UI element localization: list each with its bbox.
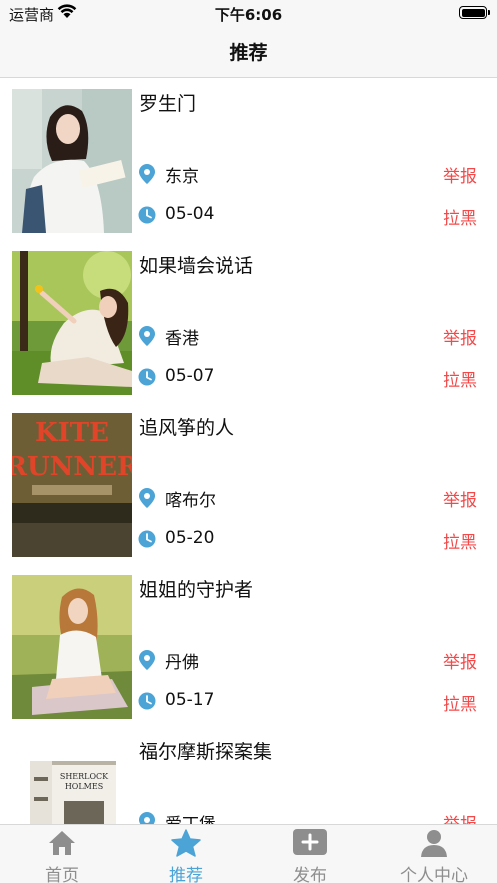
book-title: 姐姐的守护者 bbox=[139, 579, 254, 601]
tab-label: 推荐 bbox=[169, 866, 203, 883]
clock-icon bbox=[138, 368, 156, 390]
clock-icon bbox=[138, 206, 156, 228]
add-icon bbox=[248, 829, 372, 861]
report-button[interactable]: 举报 bbox=[443, 810, 477, 824]
location-pin-icon bbox=[138, 163, 156, 189]
cover-caption-top: KITE bbox=[35, 418, 109, 448]
tab-profile[interactable]: 个人中心 bbox=[372, 825, 496, 883]
cover-caption-top: SHERLOCK bbox=[60, 772, 109, 781]
book-cover-image bbox=[12, 251, 132, 395]
book-title: 福尔摩斯探案集 bbox=[139, 741, 273, 763]
home-icon bbox=[0, 829, 124, 861]
report-button[interactable]: 举报 bbox=[443, 486, 477, 511]
block-button[interactable]: 拉黑 bbox=[443, 528, 477, 553]
book-cover-image bbox=[12, 575, 132, 719]
person-icon bbox=[372, 829, 496, 861]
book-title: 追风筝的人 bbox=[139, 417, 235, 439]
report-button[interactable]: 举报 bbox=[443, 648, 477, 673]
tab-home[interactable]: 首页 bbox=[0, 825, 124, 883]
book-cover-image bbox=[12, 89, 132, 233]
location-pin-icon bbox=[138, 649, 156, 675]
tab-bar: 首页 推荐 发布 个人中心 bbox=[0, 824, 497, 883]
tab-recommend[interactable]: 推荐 bbox=[124, 825, 248, 883]
clock-icon bbox=[138, 692, 156, 714]
block-button[interactable]: 拉黑 bbox=[443, 204, 477, 229]
list-item[interactable]: KITE RUNNER 追风筝的人 喀布尔 05-20 举报 拉黑 bbox=[0, 403, 497, 565]
date-label: 05-04 bbox=[165, 204, 215, 224]
location-label: 东京 bbox=[165, 167, 199, 187]
cover-caption-bottom: HOLMES bbox=[65, 782, 103, 791]
location-pin-icon bbox=[138, 811, 156, 824]
location-pin-icon bbox=[138, 487, 156, 513]
block-button[interactable]: 拉黑 bbox=[443, 690, 477, 715]
location-label: 喀布尔 bbox=[165, 491, 216, 511]
list-item[interactable]: SHERLOCK HOLMES 福尔摩斯探案集 爱丁堡 举报 bbox=[0, 727, 497, 824]
location-label: 丹佛 bbox=[165, 653, 199, 673]
location-label: 爱丁堡 bbox=[165, 810, 216, 824]
tab-label: 发布 bbox=[293, 866, 327, 883]
report-button[interactable]: 举报 bbox=[443, 324, 477, 349]
list-item[interactable]: 姐姐的守护者 丹佛 05-17 举报 拉黑 bbox=[0, 565, 497, 727]
book-cover-image: SHERLOCK HOLMES bbox=[12, 737, 132, 824]
date-label: 05-17 bbox=[165, 690, 215, 710]
list-item[interactable]: 罗生门 东京 05-04 举报 拉黑 bbox=[0, 79, 497, 241]
battery-icon bbox=[459, 6, 490, 19]
status-bar: 运营商 下午6:06 bbox=[0, 0, 497, 28]
location-label: 香港 bbox=[165, 329, 199, 349]
page-title: 推荐 bbox=[229, 42, 268, 64]
block-button[interactable]: 拉黑 bbox=[443, 366, 477, 391]
clock-time: 下午6:06 bbox=[214, 6, 283, 24]
location-pin-icon bbox=[138, 325, 156, 351]
tab-label: 个人中心 bbox=[400, 866, 468, 883]
clock-icon bbox=[138, 530, 156, 552]
date-label: 05-20 bbox=[165, 528, 215, 548]
tab-label: 首页 bbox=[45, 866, 79, 883]
star-icon bbox=[124, 829, 248, 861]
book-title: 如果墙会说话 bbox=[139, 255, 254, 277]
report-button[interactable]: 举报 bbox=[443, 162, 477, 187]
date-label: 05-07 bbox=[165, 366, 215, 386]
tab-publish[interactable]: 发布 bbox=[248, 825, 372, 883]
list-item[interactable]: 如果墙会说话 香港 05-07 举报 拉黑 bbox=[0, 241, 497, 403]
navigation-bar: 推荐 bbox=[0, 28, 497, 78]
book-cover-image: KITE RUNNER bbox=[12, 413, 132, 557]
book-title: 罗生门 bbox=[139, 93, 197, 115]
cover-caption-bottom: RUNNER bbox=[12, 452, 132, 482]
recommend-list[interactable]: 罗生门 东京 05-04 举报 拉黑 如果墙会说话 香港 05-07 举报 拉黑… bbox=[0, 79, 497, 824]
